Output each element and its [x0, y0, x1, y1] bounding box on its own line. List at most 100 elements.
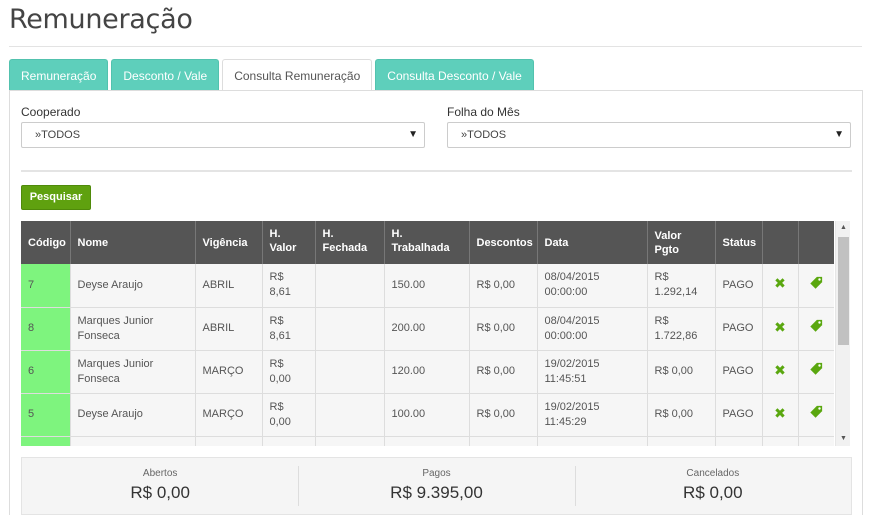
scroll-down-icon[interactable]: ▼ [836, 432, 851, 446]
cell-empty [262, 436, 316, 446]
folha-label: Folha do Mês [447, 105, 520, 119]
scrollbar-thumb[interactable] [838, 237, 849, 345]
col-nome[interactable]: Nome [70, 221, 196, 264]
summary-value: R$ 0,00 [683, 483, 743, 502]
summary-value: R$ 9.395,00 [390, 483, 483, 502]
cell-nome: Deyse Araujo [70, 393, 196, 437]
table-body: 7 Deyse Araujo ABRIL R$ 8,61 150.00 R$ 0,00 08… [21, 264, 834, 446]
table-header-row: Código Nome Vigência H. Valor H. Fechada… [21, 221, 834, 264]
col-descontos[interactable]: Descontos [469, 221, 538, 264]
cell-empty [469, 436, 538, 446]
cell-empty [195, 436, 263, 446]
cell-data: 08/04/2015 00:00:00 [537, 264, 648, 308]
cell-vigencia: MARÇO [195, 393, 263, 437]
results-table-container: Código Nome Vigência H. Valor H. Fechada… [21, 221, 834, 446]
table-row[interactable]: 6 Marques Junior Fonseca MARÇO R$ 0,00 120.0… [21, 350, 834, 394]
table-row[interactable]: 8 Marques Junior Fonseca ABRIL R$ 8,61 200.0… [21, 307, 834, 351]
cell-empty [715, 436, 763, 446]
col-vigencia[interactable]: Vigência [195, 221, 263, 264]
summary-pagos: Pagos R$ 9.395,00 [298, 458, 574, 514]
col-status[interactable]: Status [715, 221, 763, 264]
summary-value: R$ 0,00 [130, 483, 190, 502]
tab-consulta-remuneracao[interactable]: Consulta Remuneração [222, 59, 373, 92]
page: Remuneração Remuneração Desconto / Vale … [0, 0, 877, 515]
filter-divider [21, 170, 852, 172]
col-action-tag [798, 221, 834, 264]
cell-empty [384, 436, 470, 446]
tab-bar: Remuneração Desconto / Vale Consulta Rem… [9, 59, 537, 92]
close-icon[interactable]: ✖ [774, 276, 786, 292]
cell-descontos: R$ 0,00 [469, 393, 538, 437]
cell-codigo: 6 [21, 350, 71, 394]
col-h-valor[interactable]: H. Valor [262, 221, 316, 264]
col-valor-pgto[interactable]: Valor Pgto [647, 221, 716, 264]
cell-nome: Deyse Araujo [70, 264, 196, 308]
cell-h-valor: R$ 8,61 [262, 264, 316, 308]
cell-h-valor: R$ 0,00 [262, 393, 316, 437]
cancel-cell: ✖ [762, 350, 799, 394]
table-scrollbar[interactable]: ▲ ▼ [835, 221, 850, 446]
cell-h-fechada [315, 264, 385, 308]
col-h-fechada[interactable]: H. Fechada [315, 221, 385, 264]
cooperado-label: Cooperado [21, 105, 81, 119]
close-icon[interactable]: ✖ [774, 406, 786, 422]
search-button[interactable]: Pesquisar [21, 185, 91, 210]
cell-nome: Marques Junior Fonseca [70, 350, 196, 394]
cell-h-valor: R$ 8,61 [262, 307, 316, 351]
col-h-trabalhada[interactable]: H. Trabalhada [384, 221, 470, 264]
folha-select[interactable]: »TODOS ▼ [447, 122, 851, 148]
summary-abertos: Abertos R$ 0,00 [22, 458, 298, 514]
tag-icon[interactable] [809, 319, 823, 333]
page-title: Remuneração [9, 4, 193, 35]
cell-empty [762, 436, 799, 446]
cell-codigo: 5 [21, 393, 71, 437]
table-row[interactable]: 5 Deyse Araujo MARÇO R$ 0,00 100.00 R$ 0,00 19… [21, 393, 834, 437]
tag-cell [798, 307, 834, 351]
cell-h-trabalhada: 100.00 [384, 393, 470, 437]
cancel-cell: ✖ [762, 307, 799, 351]
summary-label: Pagos [422, 468, 451, 479]
table-row[interactable] [21, 436, 834, 446]
cell-h-fechada [315, 393, 385, 437]
cell-valor-pgto: R$ 1.722,86 [647, 307, 716, 351]
col-action-cancel [762, 221, 799, 264]
cell-empty [798, 436, 834, 446]
cell-status: PAGO [715, 393, 763, 437]
cell-status: PAGO [715, 307, 763, 351]
close-icon[interactable]: ✖ [774, 363, 786, 379]
cell-h-fechada [315, 307, 385, 351]
tag-cell [798, 350, 834, 394]
col-data[interactable]: Data [537, 221, 648, 264]
cell-codigo: 7 [21, 264, 71, 308]
cell-empty [21, 436, 71, 446]
summary-label: Cancelados [686, 468, 740, 479]
cell-empty [647, 436, 716, 446]
tab-desconto-vale[interactable]: Desconto / Vale [111, 59, 220, 91]
tag-icon[interactable] [809, 362, 823, 376]
tag-icon[interactable] [809, 276, 823, 290]
cooperado-select[interactable]: »TODOS ▼ [21, 122, 425, 148]
tab-consulta-desconto-vale[interactable]: Consulta Desconto / Vale [375, 59, 534, 91]
tag-icon[interactable] [809, 405, 823, 419]
table-row[interactable]: 7 Deyse Araujo ABRIL R$ 8,61 150.00 R$ 0,00 08… [21, 264, 834, 308]
cell-data: 08/04/2015 00:00:00 [537, 307, 648, 351]
cell-h-trabalhada: 150.00 [384, 264, 470, 308]
summary-bar: Abertos R$ 0,00 Pagos R$ 9.395,00 Cancel… [21, 457, 852, 515]
caret-down-icon: ▼ [834, 129, 844, 140]
cell-descontos: R$ 0,00 [469, 350, 538, 394]
tab-panel: Cooperado »TODOS ▼ Folha do Mês »TODOS ▼… [9, 90, 863, 515]
cell-h-trabalhada: 120.00 [384, 350, 470, 394]
cell-vigencia: MARÇO [195, 350, 263, 394]
close-icon[interactable]: ✖ [774, 320, 786, 336]
cell-valor-pgto: R$ 1.292,14 [647, 264, 716, 308]
cell-descontos: R$ 0,00 [469, 264, 538, 308]
col-codigo[interactable]: Código [21, 221, 71, 264]
title-divider [9, 46, 862, 47]
cell-h-fechada [315, 350, 385, 394]
cell-vigencia: ABRIL [195, 264, 263, 308]
tab-remuneracao[interactable]: Remuneração [9, 59, 109, 91]
cell-codigo: 8 [21, 307, 71, 351]
cell-data: 19/02/2015 11:45:51 [537, 350, 648, 394]
scroll-up-icon[interactable]: ▲ [836, 221, 851, 235]
summary-label: Abertos [142, 468, 178, 479]
